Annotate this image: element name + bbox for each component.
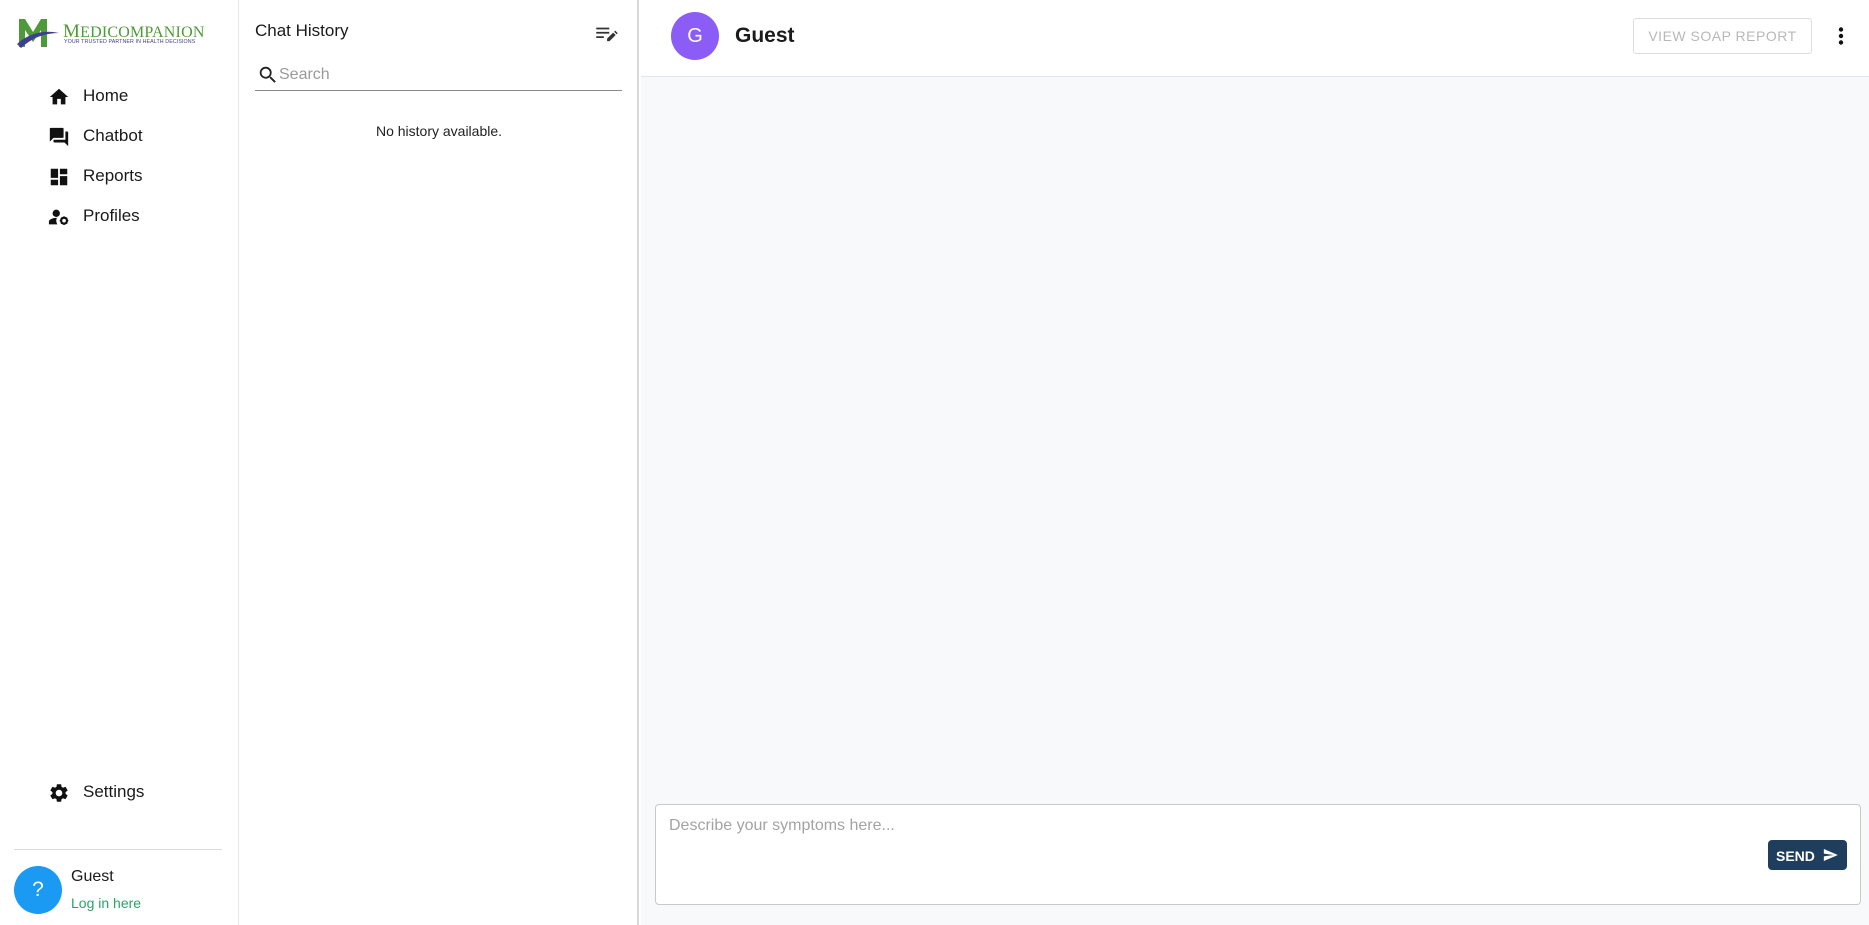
chat-header: G Guest VIEW SOAP REPORT: [641, 0, 1869, 77]
nav-item-label: Home: [83, 86, 129, 105]
nav-item-chatbot[interactable]: Chatbot: [0, 116, 239, 156]
send-icon: [1823, 849, 1838, 861]
send-label: SEND: [1776, 848, 1815, 864]
message-composer: SEND: [655, 804, 1861, 905]
empty-history-message: No history available.: [375, 123, 503, 139]
chat-user-name: Guest: [735, 24, 795, 47]
chat-history-title: Chat History: [255, 21, 349, 40]
nav-item-label: Profiles: [83, 206, 140, 225]
brand-tagline: YOUR TRUSTED PARTNER IN HEALTH DECISIONS: [64, 39, 196, 45]
app-root: MEDICOMPANION YOUR TRUSTED PARTNER IN HE…: [0, 0, 1869, 925]
chat-avatar: G: [671, 12, 719, 60]
send-button[interactable]: SEND: [1768, 840, 1847, 870]
history-search: [255, 60, 622, 91]
gear-icon: [50, 784, 68, 802]
new-chat-icon[interactable]: [593, 20, 619, 46]
symptoms-input[interactable]: [669, 817, 1729, 887]
nav-item-home[interactable]: Home: [0, 76, 239, 116]
user-avatar[interactable]: ?: [14, 866, 62, 914]
user-name: Guest: [71, 868, 114, 885]
nav-item-label: Reports: [83, 166, 143, 185]
home-icon: [49, 88, 69, 105]
nav-item-reports[interactable]: Reports: [0, 156, 239, 196]
chat-history-panel: Chat History No history available.: [239, 0, 639, 925]
chat-main: G Guest VIEW SOAP REPORT SEND: [641, 0, 1869, 925]
brand-logo[interactable]: MEDICOMPANION YOUR TRUSTED PARTNER IN HE…: [17, 16, 204, 52]
nav-item-profiles[interactable]: Profiles: [0, 196, 239, 236]
nav-item-label: Settings: [83, 782, 145, 801]
dashboard-icon: [50, 168, 68, 186]
view-soap-report-button[interactable]: VIEW SOAP REPORT: [1633, 18, 1812, 54]
more-options-icon[interactable]: [1829, 22, 1853, 50]
sidebar-divider: [14, 849, 222, 850]
sidebar: MEDICOMPANION YOUR TRUSTED PARTNER IN HE…: [0, 0, 239, 925]
login-link[interactable]: Log in here: [71, 895, 141, 911]
search-icon: [259, 66, 276, 83]
nav-item-settings[interactable]: Settings: [0, 772, 239, 812]
search-input[interactable]: [279, 62, 619, 88]
manage-accounts-icon: [48, 209, 69, 225]
chat-bubbles-icon: [49, 127, 69, 147]
nav-item-label: Chatbot: [83, 126, 143, 145]
logo-mark-icon: [17, 19, 59, 48]
